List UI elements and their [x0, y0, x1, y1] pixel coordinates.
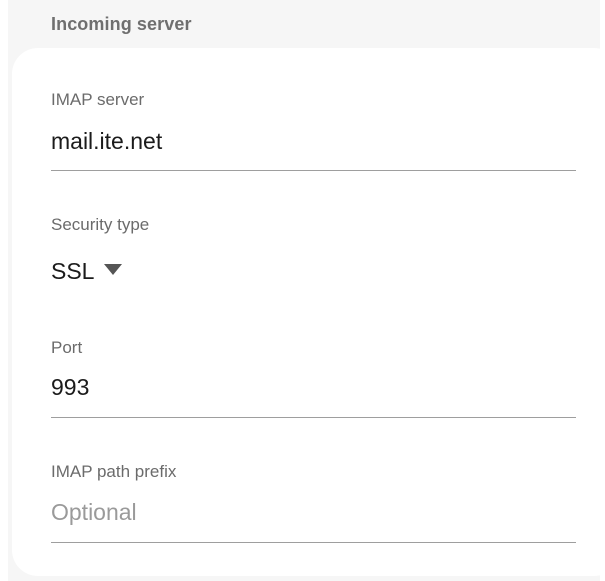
- left-edge: [0, 0, 8, 581]
- imap-path-prefix-input[interactable]: Optional: [51, 499, 137, 526]
- section-header-incoming-server: Incoming server: [51, 14, 192, 34]
- incoming-server-settings-screen: Incoming server IMAP server mail.ite.net…: [0, 0, 605, 581]
- imap-server-label: IMAP server: [51, 90, 145, 109]
- imap-path-prefix-underline: [51, 542, 576, 543]
- imap-server-underline: [51, 170, 576, 171]
- port-underline: [51, 417, 576, 418]
- caret-down-icon: [104, 264, 123, 275]
- security-type-value: SSL: [51, 258, 95, 284]
- security-type-dropdown[interactable]: SSL: [51, 258, 123, 285]
- imap-server-input[interactable]: mail.ite.net: [51, 128, 162, 155]
- security-type-label: Security type: [51, 215, 150, 234]
- port-field[interactable]: Port 993: [51, 336, 576, 420]
- imap-server-field[interactable]: IMAP server mail.ite.net: [51, 88, 576, 172]
- imap-path-prefix-label: IMAP path prefix: [51, 462, 177, 481]
- imap-path-prefix-field[interactable]: IMAP path prefix Optional: [51, 460, 576, 544]
- port-input[interactable]: 993: [51, 374, 89, 401]
- port-label: Port: [51, 338, 83, 357]
- security-type-field[interactable]: Security type SSL: [51, 213, 576, 293]
